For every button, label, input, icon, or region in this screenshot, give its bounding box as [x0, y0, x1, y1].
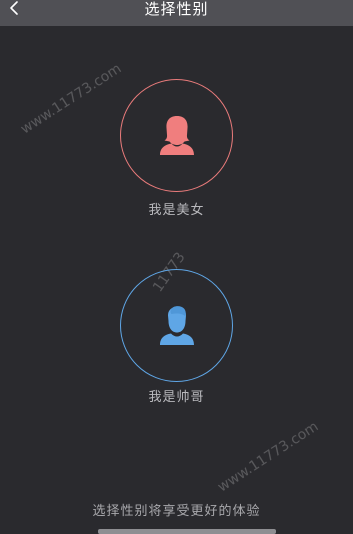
male-avatar-icon — [160, 306, 194, 345]
male-avatar-ring[interactable] — [120, 269, 233, 382]
female-label[interactable]: 我是美女 — [0, 199, 353, 218]
select-gender-screen: 选择性别 www.11773.com 11773 www.11773.com 我… — [0, 0, 353, 534]
male-label[interactable]: 我是帅哥 — [0, 386, 353, 405]
female-option[interactable]: 我是美女 — [0, 0, 353, 230]
watermark: www.11773.com — [215, 418, 322, 496]
female-avatar-icon — [160, 116, 194, 155]
scrollbar[interactable] — [98, 529, 276, 534]
female-avatar-ring[interactable] — [120, 79, 233, 192]
hint-text: 选择性别将享受更好的体验 — [92, 504, 261, 519]
